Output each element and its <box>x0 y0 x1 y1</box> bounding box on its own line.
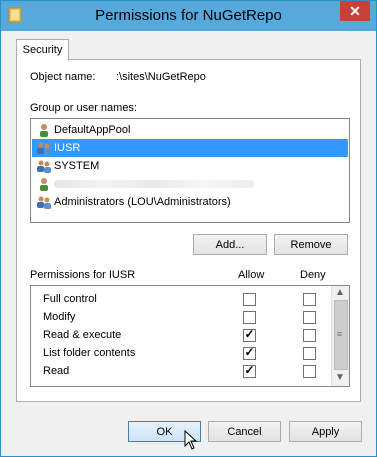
permission-name: Full control <box>43 293 97 305</box>
list-item[interactable]: Administrators (LOU\Administrators) <box>32 193 348 211</box>
permissions-dialog: Permissions for NuGetRepo ✕ Security Obj… <box>0 0 377 457</box>
deny-checkbox[interactable] <box>303 311 316 324</box>
deny-checkbox[interactable] <box>303 347 316 360</box>
permission-row: Read & execute ✓ <box>31 326 331 344</box>
checkmark-icon: ✓ <box>244 345 255 359</box>
permission-row: Full control <box>31 290 331 308</box>
checkmark-icon: ✓ <box>244 363 255 377</box>
permissions-scrollbar[interactable]: ▲ ≡ ▼ <box>331 286 349 386</box>
group-user-list[interactable]: DefaultAppPool IUSR SYSTEM Administrator… <box>30 118 350 223</box>
list-item[interactable]: SYSTEM <box>32 157 348 175</box>
scrollbar-thumb[interactable]: ≡ <box>334 300 348 370</box>
scroll-down-icon[interactable]: ▼ <box>335 372 345 383</box>
grip-icon: ≡ <box>337 329 343 339</box>
list-item[interactable]: DefaultAppPool <box>32 121 348 139</box>
close-button[interactable]: ✕ <box>340 1 370 21</box>
object-name-value: :\sites\NuGetRepo <box>116 71 206 83</box>
scroll-up-icon[interactable]: ▲ <box>335 287 345 298</box>
user-icon <box>40 178 48 191</box>
tab-security[interactable]: Security <box>16 39 69 61</box>
allow-checkbox[interactable]: ✓ <box>243 345 256 360</box>
security-panel: Object name: :\sites\NuGetRepo Group or … <box>16 59 361 402</box>
mouse-pointer-icon <box>184 430 198 450</box>
permission-row: Read ✓ <box>31 362 331 380</box>
deny-checkbox[interactable] <box>303 365 316 378</box>
users-group-icon <box>37 142 51 155</box>
cancel-button[interactable]: Cancel <box>208 421 281 442</box>
redacted-name <box>54 180 254 188</box>
allow-checkbox[interactable] <box>243 293 256 306</box>
window-title: Permissions for NuGetRepo <box>95 7 282 24</box>
allow-checkbox[interactable]: ✓ <box>243 327 256 342</box>
list-item-label: SYSTEM <box>54 160 100 172</box>
deny-column-header: Deny <box>300 269 326 281</box>
users-group-icon <box>37 196 51 209</box>
permission-row: List folder contents ✓ <box>31 344 331 362</box>
checkmark-icon: ✓ <box>244 327 255 341</box>
list-item-label: DefaultAppPool <box>54 124 131 136</box>
permissions-list[interactable]: Full control Modify Read & execute ✓ Lis… <box>30 285 350 387</box>
remove-button[interactable]: Remove <box>274 234 348 255</box>
list-item-label: Administrators (LOU\Administrators) <box>54 196 231 208</box>
deny-checkbox[interactable] <box>303 329 316 342</box>
permission-name: Modify <box>43 311 76 323</box>
list-item[interactable]: IUSR <box>32 139 348 157</box>
permissions-label: Permissions for IUSR <box>30 269 136 281</box>
allow-checkbox[interactable]: ✓ <box>243 363 256 378</box>
object-name-label: Object name: <box>30 71 96 83</box>
group-names-label: Group or user names: <box>30 102 137 114</box>
users-group-icon <box>37 160 51 173</box>
add-button[interactable]: Add... <box>193 234 267 255</box>
apply-button[interactable]: Apply <box>289 421 362 442</box>
list-item[interactable] <box>32 175 348 193</box>
permission-name: Read <box>43 365 70 377</box>
user-icon <box>40 124 48 137</box>
list-item-label: IUSR <box>54 142 81 154</box>
allow-column-header: Allow <box>238 269 265 281</box>
title-bar[interactable]: Permissions for NuGetRepo ✕ <box>1 1 376 31</box>
permission-row: Modify <box>31 308 331 326</box>
permission-name: List folder contents <box>43 347 136 359</box>
permission-name: Read & execute <box>43 329 122 341</box>
allow-checkbox[interactable] <box>243 311 256 324</box>
deny-checkbox[interactable] <box>303 293 316 306</box>
